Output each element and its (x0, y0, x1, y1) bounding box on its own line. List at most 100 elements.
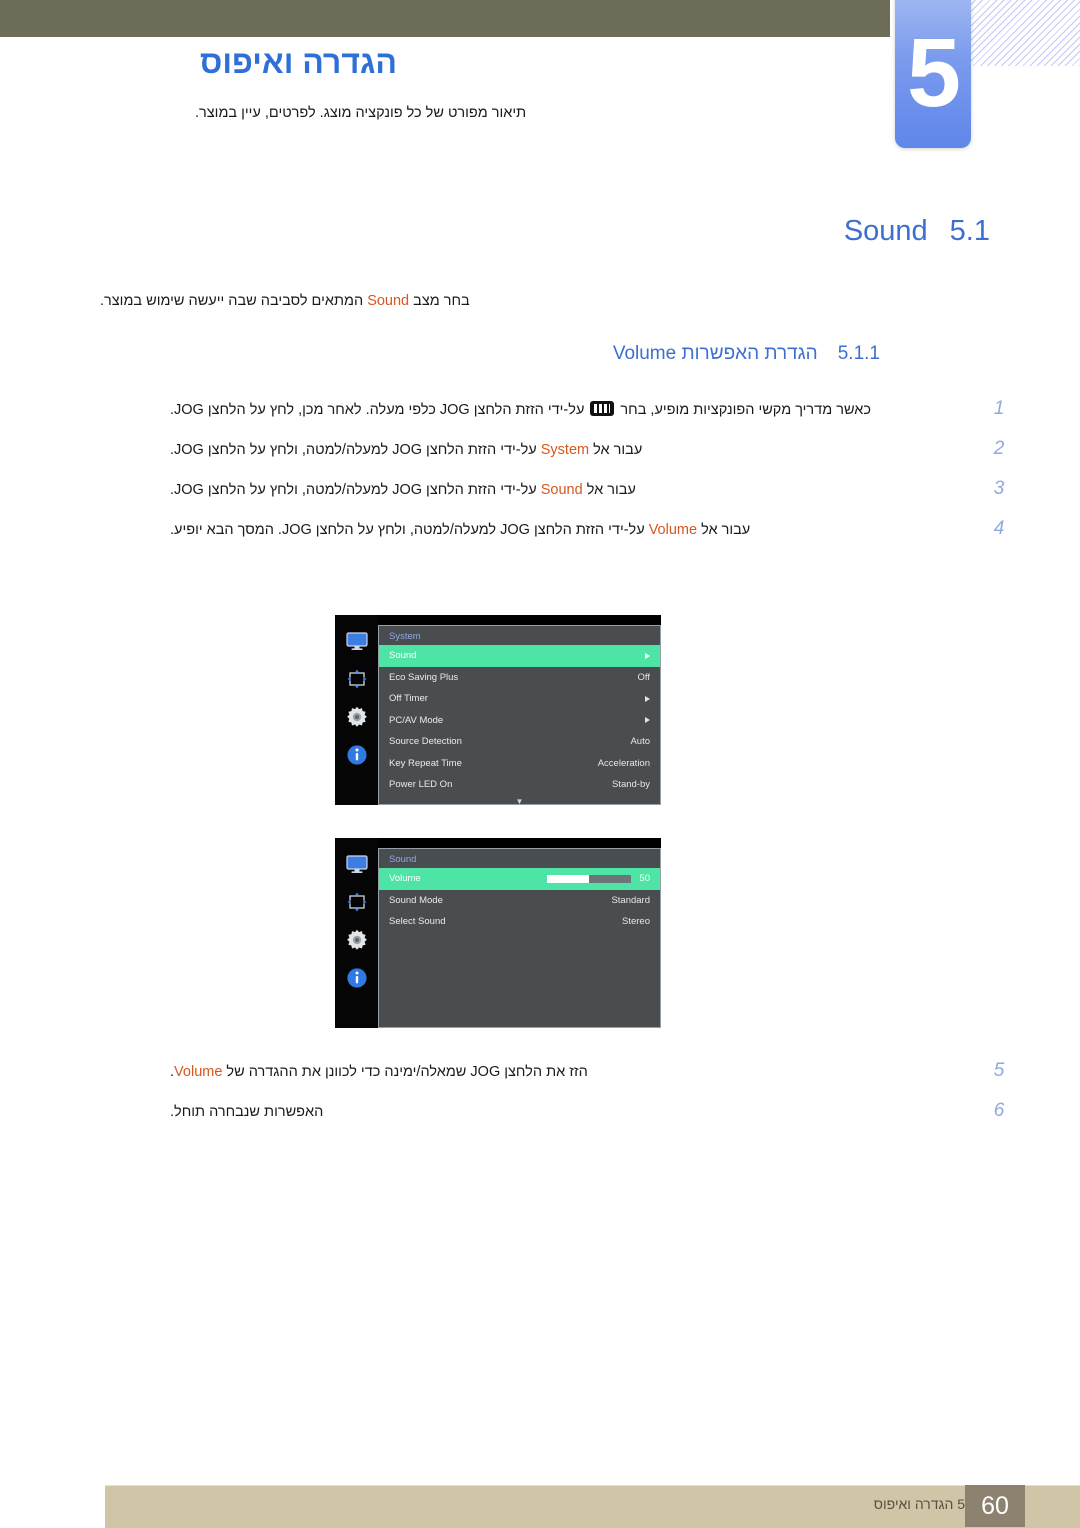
osd-menu-row[interactable]: Sound (379, 645, 660, 667)
size-position-icon (347, 669, 367, 689)
page-title: הגדרה ואיפוס (200, 44, 397, 80)
gear-icon (347, 706, 367, 727)
step-keyword: Volume (648, 522, 698, 538)
chevron-right-icon (645, 652, 650, 659)
section-body-before: בחר מצב (409, 293, 470, 309)
subsection-number: 5.1.1 (837, 343, 880, 364)
step-text: האפשרות שנבחרה תוחל. (170, 1100, 974, 1125)
osd-screenshot-system: System Sound Eco Saving Plus Off Off Timer P… (335, 615, 661, 805)
osd-icon-rail (335, 838, 379, 1028)
jog-keyguide-icon (590, 401, 615, 416)
osd-icon-rail (335, 615, 379, 805)
corner-hatch-pattern (960, 0, 1080, 66)
osd-row-value: Acceleration (597, 757, 650, 769)
osd-row-label: Eco Saving Plus (389, 671, 459, 683)
osd-menu-title: System (389, 631, 421, 642)
chevron-right-icon (645, 695, 650, 702)
steps-list-upper: 1 כאשר מדריך מקשי הפונקציות מופיע, בחר על… (170, 398, 1010, 558)
osd-row-value: Stand-by (611, 779, 650, 791)
osd-row-label: PC/AV Mode (389, 714, 444, 726)
step-text-fragment: עבור אל (697, 522, 751, 538)
step-text-fragment: עבור אל (582, 482, 636, 498)
osd-row-label: Source Detection (389, 736, 462, 748)
osd-screenshot-sound: Sound Volume 50 Sound Mode Standard Select… (335, 838, 661, 1028)
volume-slider-fill (547, 874, 590, 883)
step-text-fragment: על-ידי הזזת הלחצן JOG כלפי מעלה. לאחר מכ… (170, 402, 589, 418)
osd-row-label: Select Sound (389, 916, 446, 928)
volume-slider-track (547, 874, 632, 883)
step-item: 2 עבור אל System על-ידי הזזת הלחצן JOG למ… (170, 438, 1010, 463)
info-icon (347, 745, 367, 765)
section-heading: 5.1 Sound (80, 215, 990, 248)
osd-row-volume[interactable]: Volume 50 (379, 868, 660, 890)
osd-row-label: Volume (389, 873, 421, 885)
section-number: 5.1 (949, 215, 990, 247)
chevron-right-icon (645, 717, 650, 724)
osd-row-value: Stereo (622, 916, 650, 928)
volume-slider[interactable] (421, 874, 640, 883)
step-text: הזז את הלחצן JOG שמאלה/ימינה כדי לכוונן … (170, 1060, 974, 1085)
step-text-fragment: הזז את הלחצן JOG שמאלה/ימינה כדי לכוונן … (222, 1064, 588, 1080)
step-number: 1 (993, 398, 1005, 419)
gear-icon (347, 929, 367, 950)
subsection-title: הגדרת האפשרות Volume (613, 343, 818, 365)
osd-menu-panel-sound: Sound Volume 50 Sound Mode Standard Select… (378, 848, 661, 1028)
osd-row-label: Sound (389, 650, 417, 662)
section-body-after: המתאים לסביבה שבה ייעשה שימוש במוצר. (100, 293, 368, 309)
step-text-fragment: עבור אל (589, 442, 643, 458)
monitor-icon (346, 855, 368, 873)
step-text-fragment: על-ידי הזזת הלחצן JOG למעלה/למטה, ולחץ ע… (170, 522, 649, 538)
osd-row-label: Off Timer (389, 693, 428, 705)
osd-menu-row[interactable]: Off Timer (379, 688, 660, 710)
step-number: 4 (993, 518, 1005, 539)
step-item: 1 כאשר מדריך מקשי הפונקציות מופיע, בחר על… (170, 398, 1010, 423)
osd-menu-panel-system: System Sound Eco Saving Plus Off Off Timer P… (378, 625, 661, 805)
subsection-heading: 5.1.1 הגדרת האפשרות Volume (180, 343, 880, 365)
step-item: 4 עבור אל Volume על-ידי הזזת הלחצן JOG למ… (170, 518, 1010, 543)
osd-menu-row[interactable]: Sound Mode Standard (379, 890, 660, 912)
step-number: 2 (993, 438, 1005, 459)
section-body-keyword: Sound (367, 293, 410, 309)
monitor-icon (346, 632, 368, 650)
osd-row-value: Off (637, 671, 651, 683)
size-position-icon (347, 892, 367, 912)
step-keyword: System (540, 442, 590, 458)
osd-row-value: 50 (639, 873, 650, 885)
subsection-title-text: הגדרת האפשרות (676, 343, 818, 364)
section-body-text: בחר מצב Sound המתאים לסביבה שבה ייעשה שי… (100, 293, 980, 309)
osd-row-value: Auto (630, 736, 650, 748)
step-number: 3 (993, 478, 1005, 499)
step-item: 6 האפשרות שנבחרה תוחל. (170, 1100, 1010, 1125)
steps-list-lower: 5 הזז את הלחצן JOG שמאלה/ימינה כדי לכוונן… (170, 1060, 1010, 1140)
osd-menu-title: Sound (389, 854, 417, 865)
step-text: עבור אל Sound על-ידי הזזת הלחצן JOG למעל… (170, 478, 974, 503)
osd-row-label: Sound Mode (389, 894, 443, 906)
osd-row-label: Power LED On (389, 779, 453, 791)
osd-more-indicator: ▼ (515, 796, 524, 806)
top-decorative-band (0, 0, 890, 37)
step-text-fragment: על-ידי הזזת הלחצן JOG למעלה/למטה, ולחץ ע… (170, 482, 541, 498)
page-number: 60 (965, 1485, 1025, 1527)
step-text-fragment: האפשרות שנבחרה תוחל. (170, 1104, 324, 1120)
osd-menu-row[interactable]: Eco Saving Plus Off (379, 667, 660, 689)
step-text: עבור אל System על-ידי הזזת הלחצן JOG למע… (170, 438, 974, 463)
info-icon (347, 968, 367, 988)
osd-menu-row[interactable]: Select Sound Stereo (379, 911, 660, 933)
osd-menu-row[interactable]: Source Detection Auto (379, 731, 660, 753)
step-item: 3 עבור אל Sound על-ידי הזזת הלחצן JOG למע… (170, 478, 1010, 503)
osd-menu-row[interactable]: PC/AV Mode (379, 710, 660, 732)
step-text-fragment: כאשר מדריך מקשי הפונקציות מופיע, בחר (616, 402, 871, 418)
step-keyword: Volume (174, 1064, 223, 1080)
osd-menu-row[interactable]: Key Repeat Time Acceleration (379, 753, 660, 775)
step-keyword: Sound (540, 482, 583, 498)
step-text: עבור אל Volume על-ידי הזזת הלחצן JOG למע… (170, 518, 974, 543)
footer-chapter-label: 5 הגדרה ואיפוס (873, 1496, 965, 1512)
subsection-title-keyword: Volume (612, 343, 677, 364)
step-item: 5 הזז את הלחצן JOG שמאלה/ימינה כדי לכוונן… (170, 1060, 1010, 1085)
osd-menu-row[interactable]: Power LED On Stand-by (379, 774, 660, 796)
osd-row-value: Standard (611, 894, 650, 906)
step-number: 5 (993, 1060, 1005, 1081)
step-text-fragment: על-ידי הזזת הלחצן JOG למעלה/למטה, ולחץ ע… (170, 442, 541, 458)
chapter-subtitle: תיאור מפורט של כל פונקציה מוצג. לפרטים, … (195, 105, 527, 121)
osd-row-label: Key Repeat Time (389, 757, 462, 769)
